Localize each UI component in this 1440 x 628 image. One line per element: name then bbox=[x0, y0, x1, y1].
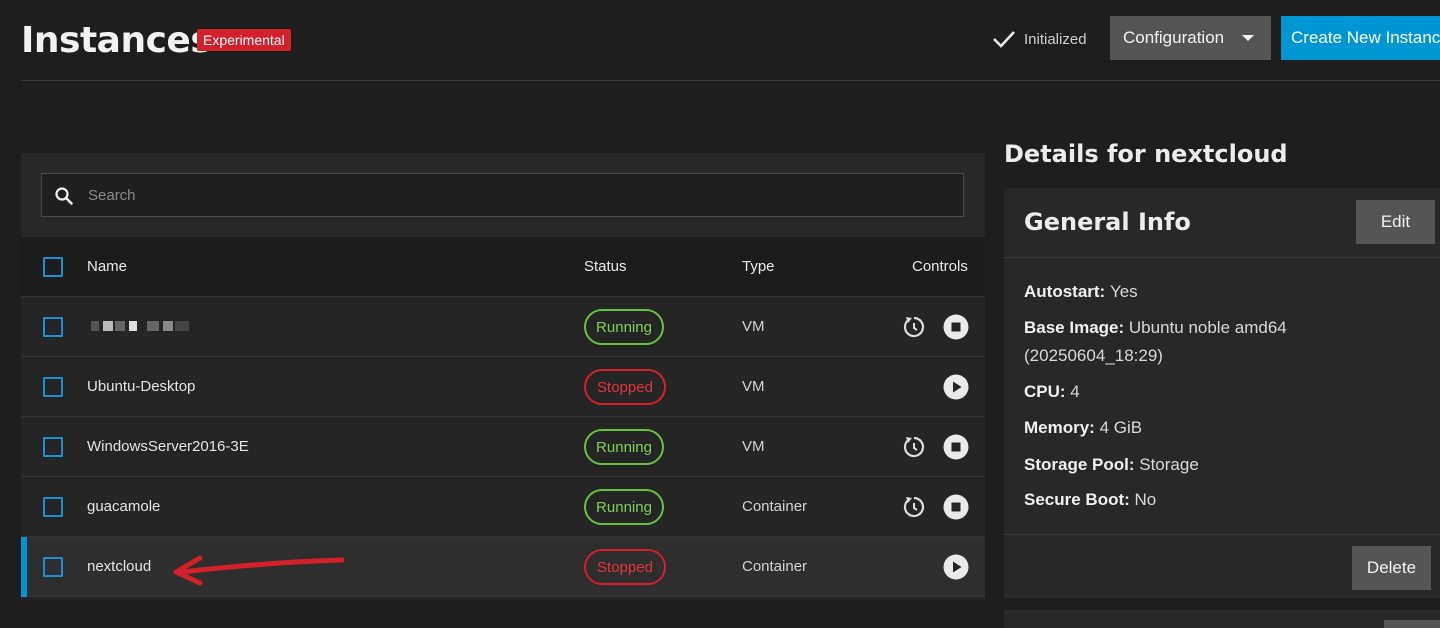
check-icon bbox=[993, 31, 1015, 48]
restart-icon[interactable] bbox=[901, 314, 927, 340]
info-base-image: Base Image: Ubuntu noble amd64 bbox=[1024, 318, 1287, 337]
row-checkbox[interactable] bbox=[43, 497, 63, 517]
card-header: General Info Edit bbox=[1004, 188, 1440, 258]
general-info-card: General Info Edit Autostart: Yes Base Im… bbox=[1004, 188, 1440, 598]
info-secure-boot: Secure Boot: No bbox=[1024, 490, 1157, 509]
details-title: Details for nextcloud bbox=[1004, 140, 1288, 168]
card-footer: Delete bbox=[1004, 534, 1440, 598]
instance-name: guacamole bbox=[87, 498, 161, 515]
column-type-header[interactable]: Type bbox=[742, 258, 775, 275]
create-instance-button[interactable]: Create New Instance bbox=[1281, 16, 1440, 60]
info-storage-pool: Storage Pool: Storage bbox=[1024, 455, 1199, 474]
row-checkbox[interactable] bbox=[43, 377, 63, 397]
info-cpu: CPU: 4 bbox=[1024, 382, 1080, 401]
instance-name: Ubuntu-Desktop bbox=[87, 378, 196, 395]
start-icon[interactable] bbox=[943, 374, 969, 400]
table-row[interactable]: Ubuntu-Desktop Stopped VM bbox=[21, 357, 985, 417]
status-badge: Stopped bbox=[584, 369, 666, 405]
instance-type: VM bbox=[742, 438, 765, 455]
page-title: Instances bbox=[21, 20, 212, 61]
table-header: Name Status Type Controls bbox=[21, 237, 985, 297]
status-badge: Running bbox=[584, 309, 664, 345]
column-controls-header: Controls bbox=[912, 258, 968, 275]
status-badge: Stopped bbox=[584, 549, 666, 585]
delete-button[interactable]: Delete bbox=[1352, 546, 1431, 590]
start-icon[interactable] bbox=[943, 554, 969, 580]
instance-type: VM bbox=[742, 318, 765, 335]
table-row[interactable]: guacamole Running Container bbox=[21, 477, 985, 537]
row-checkbox[interactable] bbox=[43, 557, 63, 577]
stop-icon[interactable] bbox=[943, 434, 969, 460]
search-bar bbox=[21, 153, 985, 237]
instance-type: Container bbox=[742, 498, 808, 515]
row-checkbox[interactable] bbox=[43, 317, 63, 337]
card-title: General Info bbox=[1024, 208, 1191, 236]
caret-down-icon bbox=[1242, 35, 1255, 41]
restart-icon[interactable] bbox=[901, 494, 927, 520]
instances-page: Instances Experimental Initialized Confi… bbox=[0, 0, 1440, 628]
status-badge: Running bbox=[584, 429, 664, 465]
table-row[interactable]: WindowsServer2016-3E Running VM bbox=[21, 417, 985, 477]
search-input[interactable] bbox=[88, 174, 948, 216]
next-card-button[interactable] bbox=[1384, 620, 1440, 628]
search-icon bbox=[55, 187, 73, 205]
info-memory: Memory: 4 GiB bbox=[1024, 418, 1143, 437]
row-checkbox[interactable] bbox=[43, 437, 63, 457]
status-badge: Running bbox=[584, 489, 664, 525]
search-box bbox=[41, 173, 964, 217]
instance-type: Container bbox=[742, 558, 808, 575]
column-status-header[interactable]: Status bbox=[584, 258, 627, 275]
next-card bbox=[1004, 610, 1440, 628]
restart-icon[interactable] bbox=[901, 434, 927, 460]
column-name-header[interactable]: Name bbox=[87, 258, 127, 275]
initialized-status: Initialized bbox=[992, 26, 1087, 52]
select-all-checkbox[interactable] bbox=[43, 257, 63, 277]
info-base-image-date: (20250604_18:29) bbox=[1024, 346, 1163, 365]
instance-name: WindowsServer2016-3E bbox=[87, 438, 249, 455]
edit-button[interactable]: Edit bbox=[1356, 200, 1435, 244]
configuration-button[interactable]: Configuration bbox=[1110, 16, 1271, 60]
annotation-arrow-icon bbox=[173, 555, 345, 586]
experimental-badge: Experimental bbox=[197, 29, 291, 51]
header-divider bbox=[21, 80, 1440, 81]
stop-icon[interactable] bbox=[943, 314, 969, 340]
configuration-label: Configuration bbox=[1123, 28, 1225, 47]
initialized-label: Initialized bbox=[1024, 30, 1087, 48]
instance-name: nextcloud bbox=[87, 558, 152, 575]
table-row[interactable]: Running VM bbox=[21, 297, 985, 357]
selection-indicator bbox=[21, 537, 27, 597]
instance-type: VM bbox=[742, 378, 765, 395]
instances-table-panel: Name Status Type Controls Running VM bbox=[21, 153, 985, 600]
page-header: Instances Experimental Initialized Confi… bbox=[0, 0, 1440, 80]
info-autostart: Autostart: Yes bbox=[1024, 282, 1138, 301]
stop-icon[interactable] bbox=[943, 494, 969, 520]
